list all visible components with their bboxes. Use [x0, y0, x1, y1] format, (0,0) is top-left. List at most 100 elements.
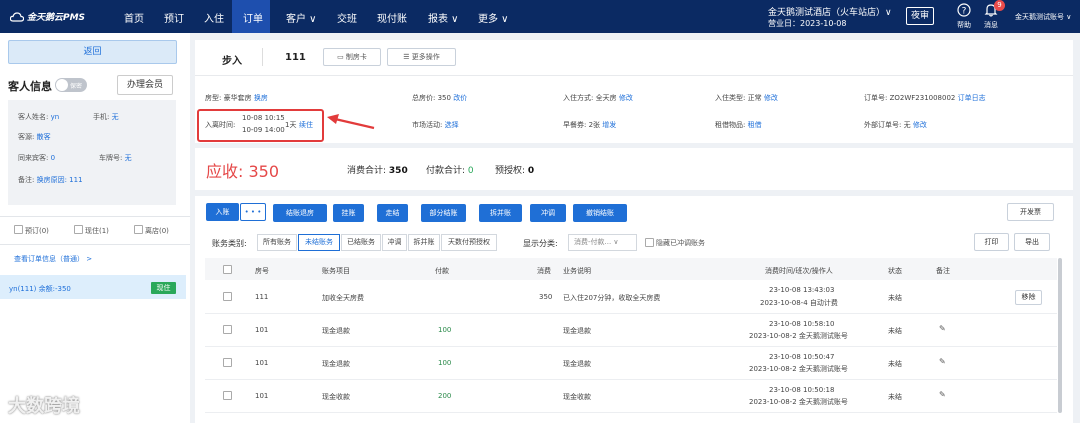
help-label: 帮助	[957, 21, 971, 29]
nav-booking[interactable]: 预订	[164, 10, 184, 25]
row-checkbox[interactable]	[223, 292, 232, 301]
nav-cash-account[interactable]: 现付账	[377, 10, 407, 25]
row-description: 现金收款	[563, 393, 591, 401]
filter-settled[interactable]: 已结账务	[341, 234, 381, 251]
checkbox-departed-label: 离店(0)	[145, 227, 169, 235]
export-button[interactable]: 导出	[1014, 233, 1050, 251]
edit-external-order-link[interactable]: 修改	[913, 121, 927, 129]
select-all-checkbox[interactable]	[223, 265, 232, 274]
guest-phone-field: 手机: 无	[93, 112, 119, 122]
row-checkbox[interactable]	[223, 358, 232, 367]
list-icon: ☰	[403, 53, 410, 61]
col-time: 消费时间/班次/操作人	[765, 267, 833, 275]
nav-shift[interactable]: 交班	[337, 10, 357, 25]
checkbox-in-house-label: 现住(1)	[85, 227, 109, 235]
night-audit-button[interactable]: 夜审	[906, 7, 934, 25]
edit-checkin-type-link[interactable]: 修改	[764, 94, 778, 102]
filter-adjusted[interactable]: 冲调	[382, 234, 407, 251]
partial-settle-button[interactable]: 部分结账	[421, 204, 466, 222]
col-item: 账务项目	[322, 267, 350, 275]
consume-total: 消费合计: 350	[347, 163, 408, 176]
edit-icon[interactable]: ✎	[939, 357, 946, 366]
room-type-field: 房型: 豪华套房 换房	[205, 93, 268, 103]
edit-checkin-method-link[interactable]: 修改	[619, 94, 633, 102]
payment-total-label: 付款合计:	[426, 166, 466, 176]
row-operator: 2023-10-08-2 金天鹅测试账号	[749, 332, 848, 340]
row-item: 加收全天房费	[322, 294, 364, 302]
nav-more[interactable]: 更多 ∨	[478, 10, 509, 25]
make-room-card-button[interactable]: ▭ 制房卡	[323, 48, 381, 66]
guest-name-value: yn	[50, 113, 60, 121]
card-icon: ▭	[337, 53, 344, 61]
row-status: 未结	[888, 294, 902, 302]
order-log-link[interactable]: 订单日志	[958, 94, 986, 102]
row-checkbox[interactable]	[223, 325, 232, 334]
invoice-button[interactable]: 开发票	[1007, 203, 1054, 221]
checkbox-departed[interactable]	[134, 225, 143, 234]
more-operations-label: 更多操作	[411, 53, 440, 61]
user-menu[interactable]: 金天鹅测试账号 ∨	[1015, 12, 1071, 22]
row-time: 23-10-08 10:50:18	[769, 386, 835, 394]
row-checkbox[interactable]	[223, 391, 232, 400]
guest-name-field: 客人姓名: yn	[18, 112, 59, 122]
col-room: 房号	[255, 267, 269, 275]
more-dropdown-button[interactable]: • • •	[240, 203, 266, 221]
checkbox-booked[interactable]	[14, 225, 23, 234]
filter-all[interactable]: 所有账务	[257, 234, 297, 251]
row-description: 现金退款	[563, 360, 591, 368]
svg-text:?: ?	[962, 7, 967, 17]
checkbox-in-house[interactable]	[74, 225, 83, 234]
walk-settle-button[interactable]: 走结	[377, 204, 408, 222]
display-category-label: 显示分类:	[523, 239, 558, 248]
member-button[interactable]: 办理会员	[117, 75, 173, 95]
receivable-amount: 应收: 350	[206, 162, 280, 181]
checkout-button[interactable]: 结账退房	[273, 204, 327, 222]
col-remark: 备注	[936, 267, 950, 275]
adjust-button[interactable]: 冲调	[530, 204, 566, 222]
category-select[interactable]: 消费-付款... ∨	[568, 234, 637, 251]
select-market-link[interactable]: 选择	[445, 121, 459, 129]
hide-reversed-checkbox[interactable]	[645, 238, 654, 247]
table-scrollbar[interactable]	[1058, 258, 1062, 413]
issue-breakfast-link[interactable]: 增发	[602, 121, 616, 129]
guest-name-label: 客人姓名:	[18, 113, 49, 121]
nav-home[interactable]: 首页	[124, 10, 144, 25]
change-price-link[interactable]: 改价	[453, 94, 467, 102]
row-payment: 100	[438, 326, 452, 334]
app-logo[interactable]: 金天鹅云PMS	[10, 10, 85, 23]
left-divider	[0, 216, 190, 217]
rental-label: 租借物品:	[715, 121, 746, 129]
row-divider	[205, 412, 1057, 413]
print-button[interactable]: 打印	[974, 233, 1009, 251]
remove-button[interactable]: 移除	[1015, 290, 1042, 305]
split-merge-button[interactable]: 拆并账	[479, 204, 522, 222]
consume-total-label: 消费合计:	[347, 166, 387, 176]
edit-icon[interactable]: ✎	[939, 324, 946, 333]
undo-settle-button[interactable]: 撤销结账	[573, 204, 627, 222]
plate-field: 车牌号: 无	[99, 153, 132, 163]
nav-customers[interactable]: 客户 ∨	[286, 10, 317, 25]
hotel-selector[interactable]: 金天鹅测试酒店（火车站店）∨	[768, 5, 892, 18]
back-button[interactable]: 返回	[8, 40, 177, 64]
nav-reports[interactable]: 报表 ∨	[428, 10, 459, 25]
row-description: 现金退款	[563, 327, 591, 335]
filter-preauth[interactable]: 天数付预授权	[441, 234, 497, 251]
help-icon[interactable]: ?	[957, 3, 971, 17]
account-type-label: 账务类别:	[212, 239, 247, 248]
summary-panel	[195, 148, 1073, 190]
change-room-link[interactable]: 换房	[254, 94, 268, 102]
edit-icon[interactable]: ✎	[939, 390, 946, 399]
view-order-info-link[interactable]: 查看订单信息（普通） >	[14, 254, 92, 264]
filter-unsettled[interactable]: 未结账务	[298, 234, 340, 251]
app-logo-text: 金天鹅云PMS	[27, 13, 86, 23]
filter-split-merge[interactable]: 拆并账	[408, 234, 440, 251]
order-number-field: 订单号: ZO2WF231008002 订单日志	[864, 93, 986, 103]
col-description: 业务说明	[563, 267, 591, 275]
rent-link[interactable]: 租借	[748, 121, 762, 129]
post-charge-button[interactable]: 入账	[206, 203, 239, 221]
nav-orders[interactable]: 订单	[243, 10, 263, 25]
hang-account-button[interactable]: 挂账	[333, 204, 364, 222]
nav-checkin[interactable]: 入住	[204, 10, 224, 25]
more-operations-button[interactable]: ☰ 更多操作	[387, 48, 456, 66]
watermark: 大数跨境	[8, 392, 80, 418]
